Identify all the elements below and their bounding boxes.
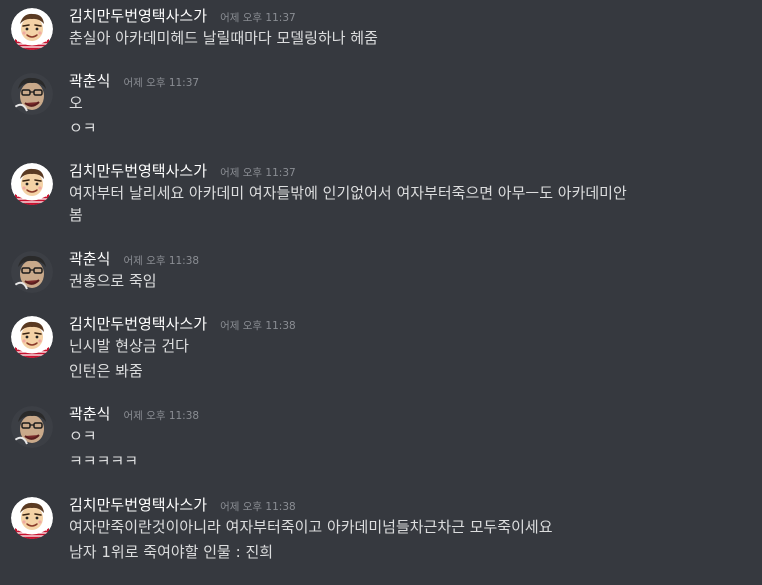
kimchi-avatar-icon[interactable] bbox=[11, 316, 53, 358]
message-text: ㅇㅋ bbox=[69, 427, 97, 445]
kwak-avatar-icon[interactable] bbox=[11, 73, 53, 115]
message-text: 오 bbox=[69, 94, 83, 112]
message-text: 여자부터 날리세요 아카데미 여자들밖에 인기없어서 여자부터죽으면 아무ㅡ도 … bbox=[69, 184, 627, 202]
message-header: 곽춘식 어제 오후 11:38 bbox=[69, 404, 199, 426]
message-text: 춘실아 아카데미헤드 날릴때마다 모델링하나 헤줌 bbox=[69, 29, 378, 47]
kwak-avatar-icon[interactable] bbox=[11, 251, 53, 293]
message-text: 권총으로 죽임 bbox=[69, 272, 157, 290]
kwak-avatar-icon[interactable] bbox=[11, 406, 53, 448]
kimchi-avatar-icon[interactable] bbox=[11, 497, 53, 539]
message-header: 김치만두번영택사스가 어제 오후 11:38 bbox=[69, 314, 296, 336]
username[interactable]: 김치만두번영택사스가 bbox=[69, 7, 207, 25]
chat-message-list: 김치만두번영택사스가 어제 오후 11:37 춘실아 아카데미헤드 날릴때마다 … bbox=[0, 0, 762, 585]
message-text: 봄 bbox=[69, 206, 83, 224]
timestamp: 어제 오후 11:38 bbox=[220, 501, 296, 513]
timestamp: 어제 오후 11:37 bbox=[220, 167, 296, 179]
username[interactable]: 곽춘식 bbox=[69, 250, 110, 268]
username[interactable]: 곽춘식 bbox=[69, 72, 110, 90]
message-text: 닌시발 현상금 건다 bbox=[69, 337, 189, 355]
timestamp: 어제 오후 11:37 bbox=[123, 77, 200, 89]
message-text: ㅋㅋㅋㅋㅋ bbox=[69, 452, 139, 470]
message-header: 김치만두번영택사스가 어제 오후 11:38 bbox=[69, 495, 296, 517]
username[interactable]: 김치만두번영택사스가 bbox=[69, 315, 207, 333]
message-text: 인턴은 봐줌 bbox=[69, 362, 143, 380]
message-header: 곽춘식 어제 오후 11:37 bbox=[69, 71, 199, 93]
timestamp: 어제 오후 11:38 bbox=[123, 255, 200, 267]
message-header: 김치만두번영택사스가 어제 오후 11:37 bbox=[69, 6, 296, 28]
username[interactable]: 김치만두번영택사스가 bbox=[69, 162, 207, 180]
username[interactable]: 곽춘식 bbox=[69, 405, 110, 423]
timestamp: 어제 오후 11:38 bbox=[123, 410, 200, 422]
username[interactable]: 김치만두번영택사스가 bbox=[69, 496, 207, 514]
kimchi-avatar-icon[interactable] bbox=[11, 8, 53, 50]
message-header: 김치만두번영택사스가 어제 오후 11:37 bbox=[69, 161, 296, 183]
message-header: 곽춘식 어제 오후 11:38 bbox=[69, 249, 199, 271]
timestamp: 어제 오후 11:37 bbox=[220, 12, 296, 24]
message-text: 여자만죽이란것이아니라 여자부터죽이고 아카데미넘들차근차근 모두죽이세요 bbox=[69, 518, 553, 536]
message-text: 남자 1위로 죽여야할 인물 : 진희 bbox=[69, 543, 274, 561]
kimchi-avatar-icon[interactable] bbox=[11, 163, 53, 205]
timestamp: 어제 오후 11:38 bbox=[220, 320, 296, 332]
message-text: ㅇㅋ bbox=[69, 119, 97, 137]
